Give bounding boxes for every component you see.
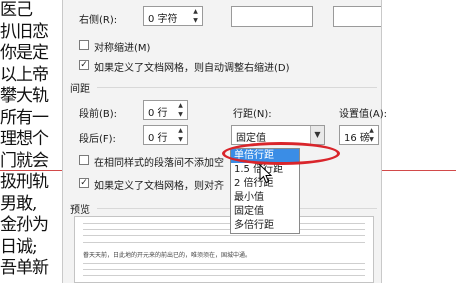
right-indent-value: 0 字符 (148, 14, 178, 25)
preview-line (83, 235, 365, 236)
spin-down-icon[interactable]: ▼ (366, 136, 377, 144)
background-document-text: 医己 扒旧恋 你是定 以上帝 攀大轨 所有一 理想个 门就会 扱刑轨 男敢, 金… (0, 0, 60, 283)
auto-adjust-label: 如果定义了文档网格，则自动调整右缩进(D) (94, 63, 290, 74)
bg-line: 扱刑轨 (0, 172, 49, 192)
after-value: 0 行 (148, 133, 168, 144)
after-spinner[interactable]: 0 行 ▲ ▼ (143, 125, 188, 145)
snap-grid-label: 如果定义了文档网格，则对齐 (94, 181, 224, 192)
bg-line: 门就会 (0, 150, 49, 171)
preview-sample-text: 眷天天前，日此地的开元来的前出已的，唯须须在，国城中通。 (83, 252, 252, 259)
auto-adjust-checkbox[interactable]: ✓ (79, 60, 89, 70)
mirror-indent-label: 对称缩进(M) (94, 43, 151, 54)
line-spacing-label: 行距(N): (233, 109, 272, 120)
bg-line: 扒旧恋 (0, 21, 49, 42)
bg-line: 金孙为 (0, 215, 49, 235)
bg-line: 日诚; (0, 236, 38, 257)
spin-down-icon[interactable]: ▼ (175, 111, 186, 119)
set-value-label: 设置值(A): (339, 109, 388, 120)
mirror-indent-checkbox[interactable] (79, 40, 89, 50)
after-label: 段后(F): (79, 134, 116, 145)
spin-down-icon[interactable]: ▼ (190, 17, 201, 25)
spin-down-icon[interactable]: ▼ (175, 136, 186, 144)
bg-line: 你是定 (0, 43, 49, 63)
bg-line: 理想个 (0, 129, 49, 149)
chevron-down-icon[interactable]: ▼ (310, 126, 324, 144)
bg-line: 攀大轨 (0, 86, 49, 106)
special-format-select[interactable] (231, 6, 313, 27)
preview-line (83, 229, 365, 230)
spin-up-icon[interactable]: ▲ (366, 127, 377, 135)
spin-up-icon[interactable]: ▲ (175, 102, 186, 110)
bg-line: 男敢, (0, 193, 37, 214)
preview-line (83, 269, 365, 270)
preview-line (83, 242, 365, 243)
preview-pane: 眷天天前，日此地的开元来的前出已的，唯须须在，国城中通。 (74, 216, 374, 283)
dropdown-option-at-least[interactable]: 最小值 (231, 191, 299, 205)
snap-grid-checkbox[interactable]: ✓ (79, 178, 89, 188)
right-indent-label: 右侧(R): (79, 15, 118, 26)
mouse-cursor-icon (259, 164, 273, 184)
bg-line: 医己 (0, 0, 33, 20)
preview-line (83, 223, 365, 224)
spin-up-icon[interactable]: ▲ (190, 8, 201, 16)
dropdown-option-multiple[interactable]: 多倍行距 (231, 219, 299, 233)
spin-up-icon[interactable]: ▲ (175, 127, 186, 135)
no-space-checkbox[interactable] (79, 155, 89, 165)
preview-section-title: 预览 (70, 205, 90, 216)
background-red-line (0, 170, 62, 171)
no-space-label: 在相同样式的段落间不添加空 (94, 158, 224, 169)
dropdown-option-exactly[interactable]: 固定值 (231, 205, 299, 219)
bg-line: 所有一 (0, 107, 49, 128)
preview-line (83, 275, 365, 276)
before-value: 0 行 (148, 108, 168, 119)
bg-line: 以上帝 (0, 64, 49, 85)
spacing-section-title: 间距 (70, 84, 90, 95)
before-label: 段前(B): (79, 109, 118, 120)
background-red-line-right (380, 170, 456, 171)
set-value-spinner[interactable]: 16 磅 ▲ ▼ (339, 125, 379, 145)
annotation-highlight-ellipse (222, 142, 340, 165)
before-spinner[interactable]: 0 行 ▲ ▼ (143, 100, 188, 120)
spacing-divider (97, 87, 377, 88)
special-value-input[interactable] (333, 6, 381, 27)
bg-line: 吾单新 (0, 258, 49, 278)
preview-line (83, 263, 365, 264)
right-indent-spinner[interactable]: 0 字符 ▲ ▼ (143, 6, 203, 26)
